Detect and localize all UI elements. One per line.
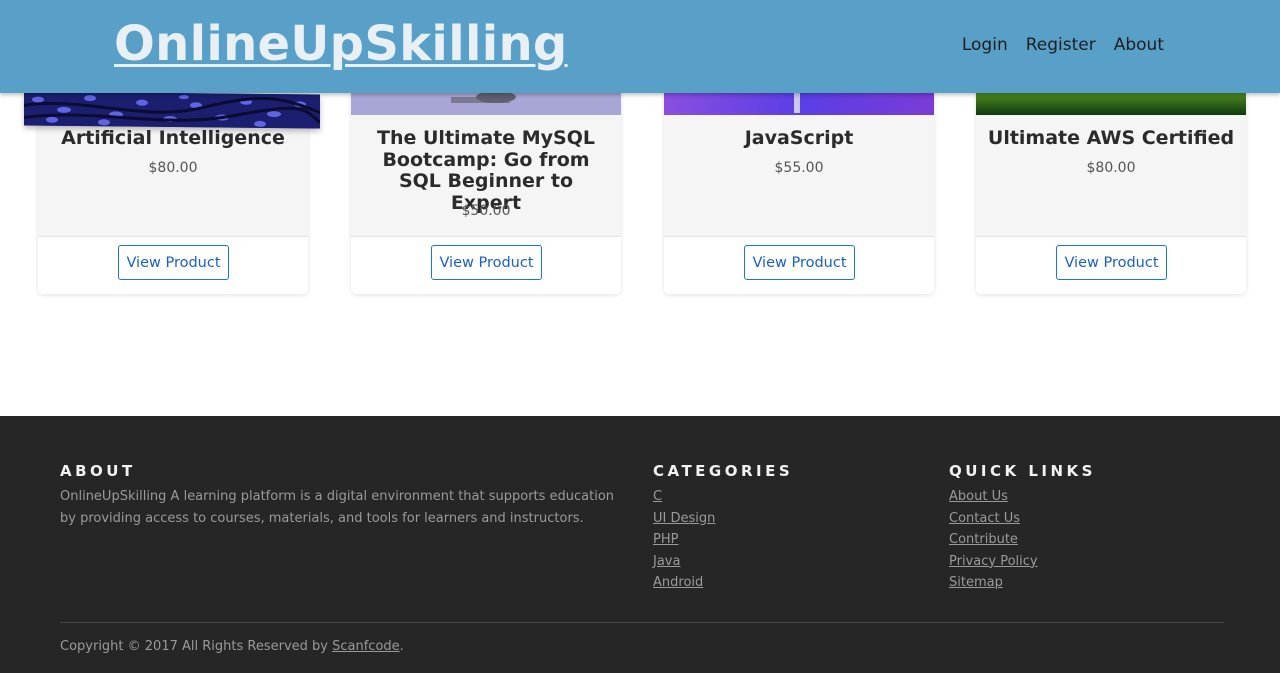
category-link-java[interactable]: Java xyxy=(653,554,680,569)
product-title: The Ultimate MySQL Bootcamp: Go from SQL… xyxy=(377,127,595,214)
quicklink-about-us[interactable]: About Us xyxy=(949,489,1008,504)
list-item: PHP xyxy=(653,529,715,551)
list-item: About Us xyxy=(949,486,1038,508)
view-product-button[interactable]: View Product xyxy=(1056,245,1167,280)
copyright-text: Copyright © 2017 All Rights Reserved by … xyxy=(60,639,404,654)
list-item: Android xyxy=(653,572,715,594)
footer-about-text: OnlineUpSkilling A learning platform is … xyxy=(60,489,615,526)
footer-divider xyxy=(60,622,1224,623)
category-link-android[interactable]: Android xyxy=(653,575,703,590)
list-item: Privacy Policy xyxy=(949,551,1038,573)
copyright-prefix: Copyright © 2017 All Rights Reserved by xyxy=(60,639,333,654)
product-image xyxy=(976,93,1246,115)
footer-about-heading: ABOUT xyxy=(60,462,136,480)
category-link-php[interactable]: PHP xyxy=(653,532,678,547)
footer-categories-heading: CATEGORIES xyxy=(653,462,794,480)
product-title: JavaScript xyxy=(744,127,854,149)
nav-about-link[interactable]: About xyxy=(1114,35,1164,55)
list-item: C xyxy=(653,486,715,508)
product-image xyxy=(24,91,320,129)
product-image xyxy=(664,93,934,115)
quicklink-contact-us[interactable]: Contact Us xyxy=(949,511,1020,526)
copyright-suffix: . xyxy=(399,639,404,654)
site-header: OnlineUpSkilling Login Register About xyxy=(0,0,1280,93)
nav-login-link[interactable]: Login xyxy=(962,35,1008,55)
list-item: UI Design xyxy=(653,508,715,530)
product-image xyxy=(351,93,621,115)
category-link-ui-design[interactable]: UI Design xyxy=(653,511,715,526)
list-item: Sitemap xyxy=(949,572,1038,594)
quicklink-sitemap[interactable]: Sitemap xyxy=(949,575,1003,590)
footer-categories-list: C UI Design PHP Java Android xyxy=(653,486,715,594)
scanfcode-link[interactable]: Scanfcode xyxy=(332,639,400,654)
quicklink-privacy-policy[interactable]: Privacy Policy xyxy=(949,554,1038,569)
site-footer: ABOUT OnlineUpSkilling A learning platfo… xyxy=(0,416,1280,673)
list-item: Contact Us xyxy=(949,508,1038,530)
product-title: Ultimate AWS Certified xyxy=(987,127,1235,149)
brand-logo-link[interactable]: OnlineUpSkilling xyxy=(114,16,568,72)
list-item: Contribute xyxy=(949,529,1038,551)
quicklink-contribute[interactable]: Contribute xyxy=(949,532,1018,547)
product-title: Artificial Intelligence xyxy=(61,127,285,149)
category-link-c[interactable]: C xyxy=(653,489,662,504)
product-price: $80.00 xyxy=(148,160,198,176)
product-price: $80.00 xyxy=(1086,160,1136,176)
nav-register-link[interactable]: Register xyxy=(1026,35,1096,55)
footer-quicklinks-heading: QUICK LINKS xyxy=(949,462,1096,480)
view-product-button[interactable]: View Product xyxy=(744,245,855,280)
main-nav: Login Register About xyxy=(962,35,1164,55)
list-item: Java xyxy=(653,551,715,573)
product-price: $55.00 xyxy=(774,160,824,176)
product-price: $50.00 xyxy=(461,203,511,219)
view-product-button[interactable]: View Product xyxy=(118,245,229,280)
footer-quicklinks-list: About Us Contact Us Contribute Privacy P… xyxy=(949,486,1038,594)
view-product-button[interactable]: View Product xyxy=(431,245,542,280)
